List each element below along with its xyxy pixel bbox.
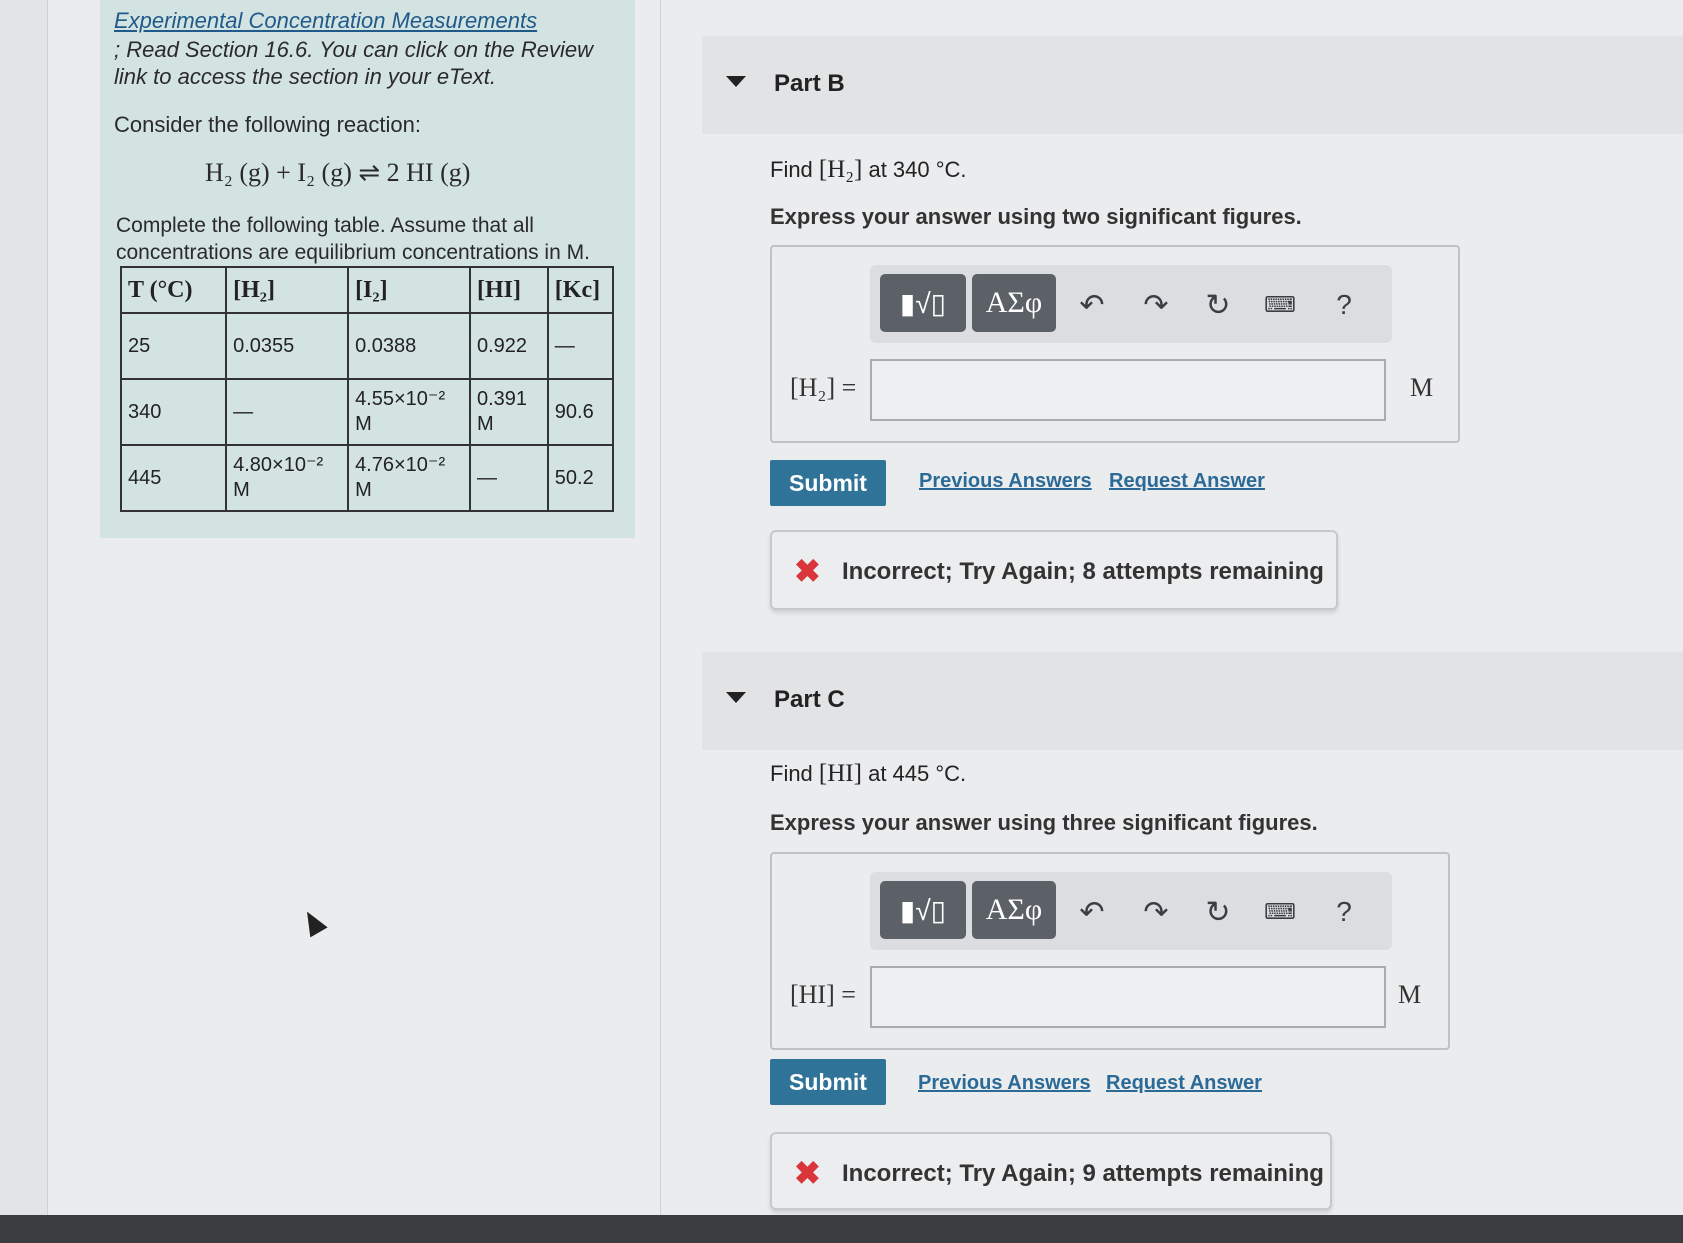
collapse-caret-icon[interactable]: [726, 692, 746, 703]
find-prefix: Find: [770, 761, 813, 786]
part-b-request-answer-link[interactable]: Request Answer: [1109, 470, 1265, 493]
part-b-instructions: Express your answer using two significan…: [770, 204, 1302, 229]
part-c-answer-input[interactable]: [870, 966, 1386, 1028]
table-cell: 25: [119, 312, 228, 380]
part-b-feedback-message: Incorrect; Try Again; 8 attempts remaini…: [842, 558, 1324, 585]
table-cell: 4.76×10⁻² M: [347, 444, 471, 512]
part-b-feedback: ✖ Incorrect; Try Again; 8 attempts remai…: [770, 530, 1338, 610]
math-toolbar: ▮√▯ ΑΣφ ↶ ↷ ↻ ⌨ ?: [870, 265, 1392, 343]
reset-icon[interactable]: ↻: [1198, 285, 1238, 325]
part-c-answer-label: [HI] =: [790, 980, 856, 1009]
undo-icon[interactable]: ↶: [1072, 892, 1112, 932]
error-icon: ✖: [794, 553, 821, 589]
part-b-unit: M: [1410, 373, 1434, 402]
part-b-question: Find [H₂] at 340 °C.: [770, 156, 967, 184]
help-icon[interactable]: ?: [1324, 285, 1364, 325]
review-text: ; Read Section 16.6. You can click on th…: [114, 37, 593, 89]
column-divider: [660, 0, 661, 1215]
table-instructions: Complete the following table. Assume tha…: [116, 214, 590, 264]
part-b-answer-input[interactable]: [870, 359, 1386, 421]
taskbar-dock: [0, 1215, 1683, 1243]
part-c-request-answer-link[interactable]: Request Answer: [1106, 1072, 1262, 1095]
part-c-question: Find [HI] at 445 °C.: [770, 760, 966, 788]
symbols-button[interactable]: ΑΣφ: [972, 881, 1056, 939]
consider-text: Consider the following reaction:: [114, 112, 421, 137]
table-cell: 4.55×10⁻² M: [347, 378, 471, 446]
reaction-equation: H₂ (g) + I₂ (g) ⇌ 2 HI (g): [205, 158, 471, 187]
part-c-feedback: ✖ Incorrect; Try Again; 9 attempts remai…: [770, 1132, 1332, 1210]
part-c-feedback-message: Incorrect; Try Again; 9 attempts remaini…: [842, 1160, 1324, 1187]
keyboard-icon[interactable]: ⌨: [1260, 892, 1300, 932]
header-kc: [Kc]: [546, 266, 615, 314]
redo-icon[interactable]: ↷: [1136, 892, 1176, 932]
table-row: 25 0.0355 0.0388 0.922 —: [119, 312, 615, 380]
table-cell: 0.391 M: [469, 378, 549, 446]
table-cell: 340: [119, 378, 228, 446]
table-cell: —: [225, 378, 350, 446]
table-cell: —: [469, 444, 549, 512]
error-icon: ✖: [794, 1155, 821, 1191]
math-toolbar: ▮√▯ ΑΣφ ↶ ↷ ↻ ⌨ ?: [870, 872, 1392, 950]
part-b-submit-button[interactable]: Submit: [770, 460, 886, 506]
part-b-title: Part B: [774, 70, 845, 97]
part-b-previous-answers-link[interactable]: Previous Answers: [919, 470, 1092, 493]
table-cell: 4.80×10⁻² M: [225, 444, 350, 512]
templates-button[interactable]: ▮√▯: [880, 881, 966, 939]
table-cell: —: [546, 312, 615, 380]
header-hi: [HI]: [469, 266, 549, 314]
table-cell: 50.2: [546, 444, 615, 512]
find-suffix: at 340 °C.: [868, 157, 967, 182]
keyboard-icon[interactable]: ⌨: [1260, 285, 1300, 325]
table-cell: 0.922: [469, 312, 549, 380]
header-h2: [H₂]: [225, 266, 350, 314]
find-suffix: at 445 °C.: [868, 761, 967, 786]
part-c-answer-box: ▮√▯ ΑΣφ ↶ ↷ ↻ ⌨ ? [HI] = M: [770, 852, 1450, 1050]
find-math: [H₂]: [818, 156, 863, 183]
header-i2: [I₂]: [347, 266, 471, 314]
table-cell: 0.0388: [347, 312, 471, 380]
part-c-unit: M: [1398, 980, 1422, 1009]
page: Experimental Concentration Measurements …: [0, 0, 1683, 1215]
part-b-answer-label: [H₂] =: [790, 373, 857, 402]
concentration-table: T (°C) [H₂] [I₂] [HI] [Kc] 25 0.0355 0.0…: [119, 266, 615, 512]
part-c-previous-answers-link[interactable]: Previous Answers: [918, 1072, 1091, 1095]
table-cell: 0.0355: [225, 312, 350, 380]
table-row: 445 4.80×10⁻² M 4.76×10⁻² M — 50.2: [119, 444, 615, 512]
reset-icon[interactable]: ↻: [1198, 892, 1238, 932]
mouse-cursor-icon: [298, 906, 328, 938]
table-cell: 445: [119, 444, 228, 512]
collapse-caret-icon[interactable]: [726, 76, 746, 87]
table-row: 340 — 4.55×10⁻² M 0.391 M 90.6: [119, 378, 615, 446]
undo-icon[interactable]: ↶: [1072, 285, 1112, 325]
review-link[interactable]: Experimental Concentration Measurements: [114, 8, 537, 34]
table-cell: 90.6: [546, 378, 615, 446]
redo-icon[interactable]: ↷: [1136, 285, 1176, 325]
part-b-answer-box: ▮√▯ ΑΣφ ↶ ↷ ↻ ⌨ ? [H₂] = M: [770, 245, 1460, 443]
table-header-row: T (°C) [H₂] [I₂] [HI] [Kc]: [119, 266, 615, 314]
symbols-button[interactable]: ΑΣφ: [972, 274, 1056, 332]
header-temperature: T (°C): [119, 266, 228, 314]
part-c-instructions: Express your answer using three signific…: [770, 810, 1318, 835]
find-prefix: Find: [770, 157, 813, 182]
intro-panel: Experimental Concentration Measurements …: [100, 0, 635, 538]
part-c-title: Part C: [774, 686, 845, 713]
part-c-header[interactable]: Part C: [702, 652, 1683, 750]
part-b-header[interactable]: Part B: [702, 36, 1683, 134]
templates-button[interactable]: ▮√▯: [880, 274, 966, 332]
left-gutter: [0, 0, 48, 1215]
part-c-submit-button[interactable]: Submit: [770, 1059, 886, 1105]
find-math: [HI]: [818, 760, 862, 787]
help-icon[interactable]: ?: [1324, 892, 1364, 932]
